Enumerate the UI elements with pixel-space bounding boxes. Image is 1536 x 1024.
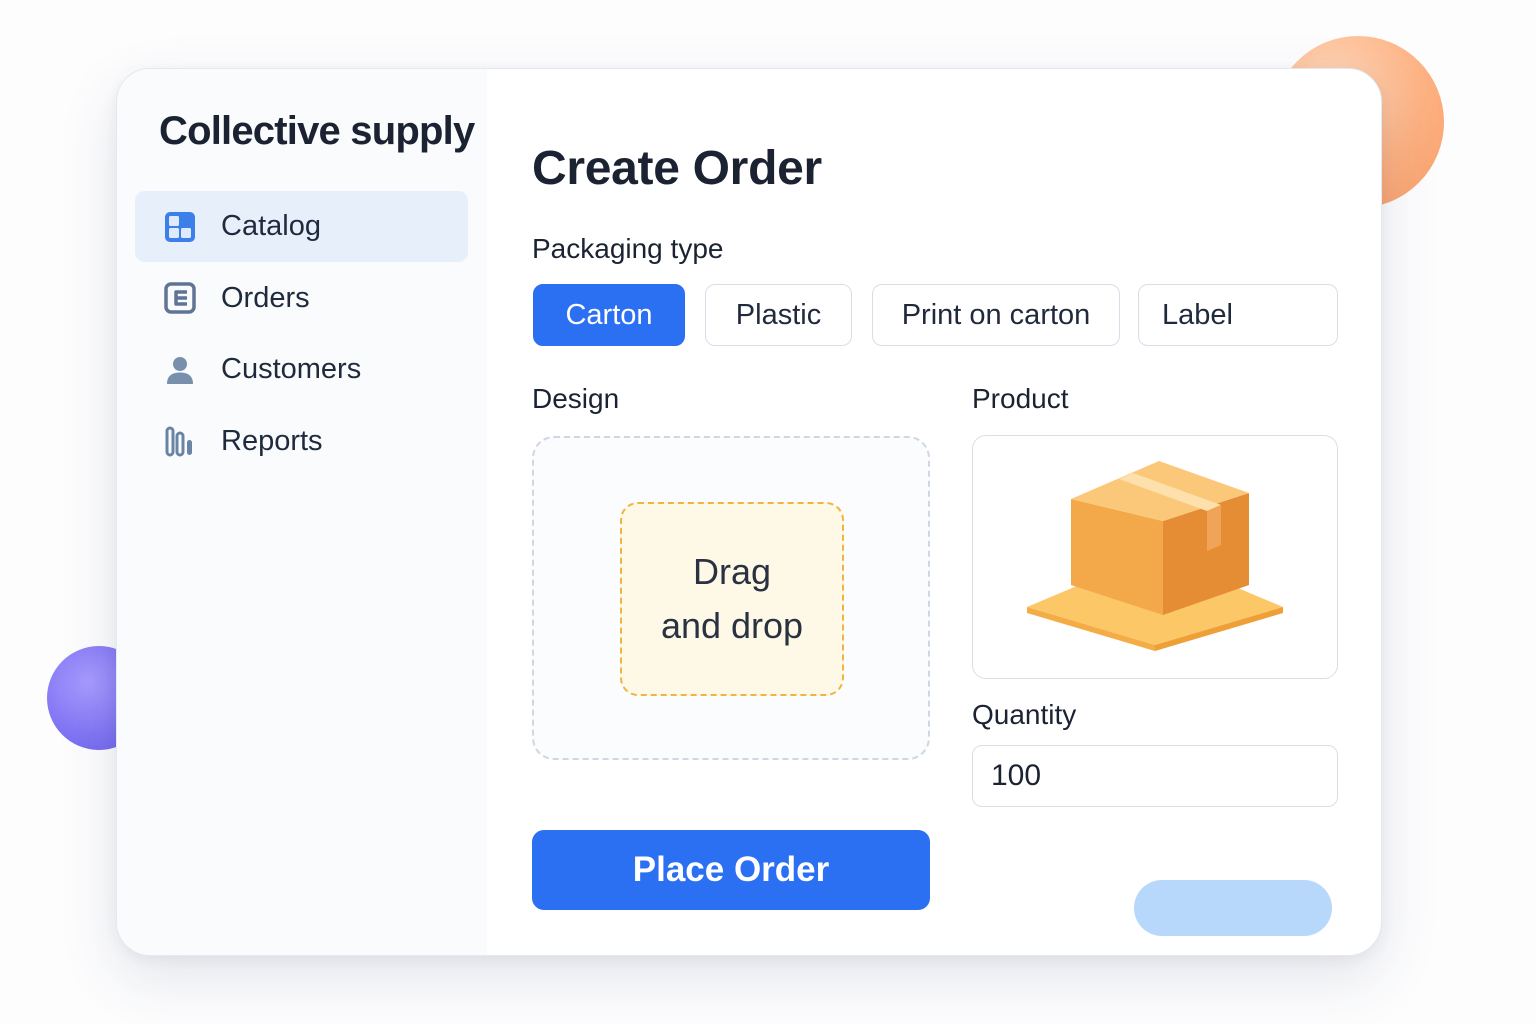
carton-box-icon xyxy=(1027,461,1283,651)
catalog-grid-icon xyxy=(163,210,197,244)
sidebar-item-label: Catalog xyxy=(221,210,321,242)
sidebar-item-label: Orders xyxy=(221,281,310,314)
packaging-type-options: Carton Plastic Print on carton Label xyxy=(533,284,1338,346)
sidebar-item-customers[interactable]: Customers xyxy=(135,334,468,405)
place-order-button[interactable]: Place Order xyxy=(532,830,930,910)
quantity-label: Quantity xyxy=(972,699,1077,730)
app-window: Collective supply Catalog Orders Custome… xyxy=(116,68,1382,956)
drop-text-line-1: Drag xyxy=(692,551,772,592)
packaging-option-carton[interactable]: Carton xyxy=(533,284,685,346)
design-label: Design xyxy=(532,383,620,414)
design-dropzone[interactable]: Drag and drop xyxy=(532,436,930,760)
main-panel: Create Order Packaging type Carton Plast… xyxy=(487,69,1381,955)
sidebar: Collective supply Catalog Orders Custome… xyxy=(117,69,487,955)
sidebar-item-label: Reports xyxy=(221,424,323,457)
orders-document-icon xyxy=(163,281,197,315)
secondary-pill-button[interactable] xyxy=(1134,880,1332,936)
reports-bar-chart-icon xyxy=(163,424,197,458)
sidebar-item-label: Customers xyxy=(221,353,362,385)
sidebar-item-reports[interactable]: Reports xyxy=(135,406,468,477)
packaging-type-label: Packaging type xyxy=(532,233,724,264)
sidebar-nav: Catalog Orders Customers Reports xyxy=(135,191,468,477)
packaging-option-print-on-carton[interactable]: Print on carton xyxy=(872,284,1120,346)
app-title: Collective supply xyxy=(159,109,475,153)
packaging-option-label[interactable]: Label xyxy=(1138,284,1338,346)
page-title: Create Order xyxy=(532,142,822,195)
packaging-option-plastic[interactable]: Plastic xyxy=(705,284,852,346)
sidebar-item-catalog[interactable]: Catalog xyxy=(135,191,468,262)
customer-person-icon xyxy=(163,353,197,387)
quantity-input[interactable] xyxy=(972,745,1338,807)
product-label: Product xyxy=(972,383,1069,414)
drop-text-line-2: and drop xyxy=(660,605,804,646)
drag-and-drop-target[interactable]: Drag and drop xyxy=(620,502,844,696)
product-preview-card[interactable] xyxy=(972,435,1338,679)
stage: Collective supply Catalog Orders Custome… xyxy=(0,0,1536,1024)
sidebar-item-orders[interactable]: Orders xyxy=(135,263,468,334)
